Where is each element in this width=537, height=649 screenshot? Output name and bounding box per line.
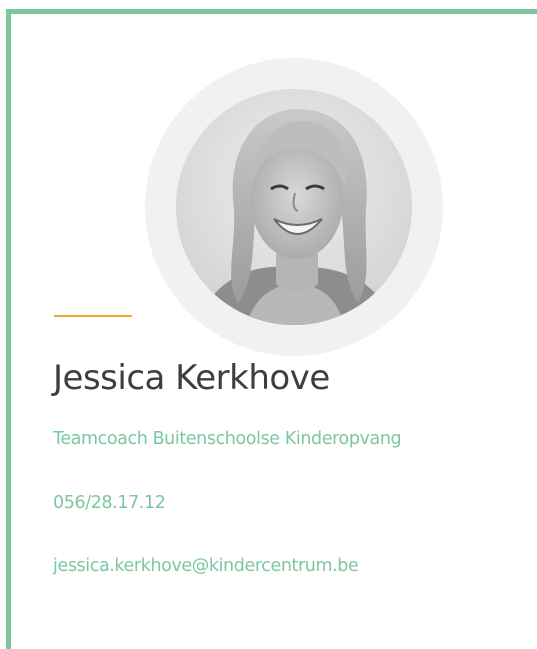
person-phone[interactable]: 056/28.17.12 [53,493,166,513]
person-role: Teamcoach Buitenschoolse Kinderopvang [53,429,402,449]
portrait-icon [176,89,412,325]
accent-divider [54,315,132,317]
person-email[interactable]: jessica.kerkhove@kindercentrum.be [53,556,359,576]
person-name: Jessica Kerkhove [53,358,330,398]
profile-photo [176,89,412,325]
